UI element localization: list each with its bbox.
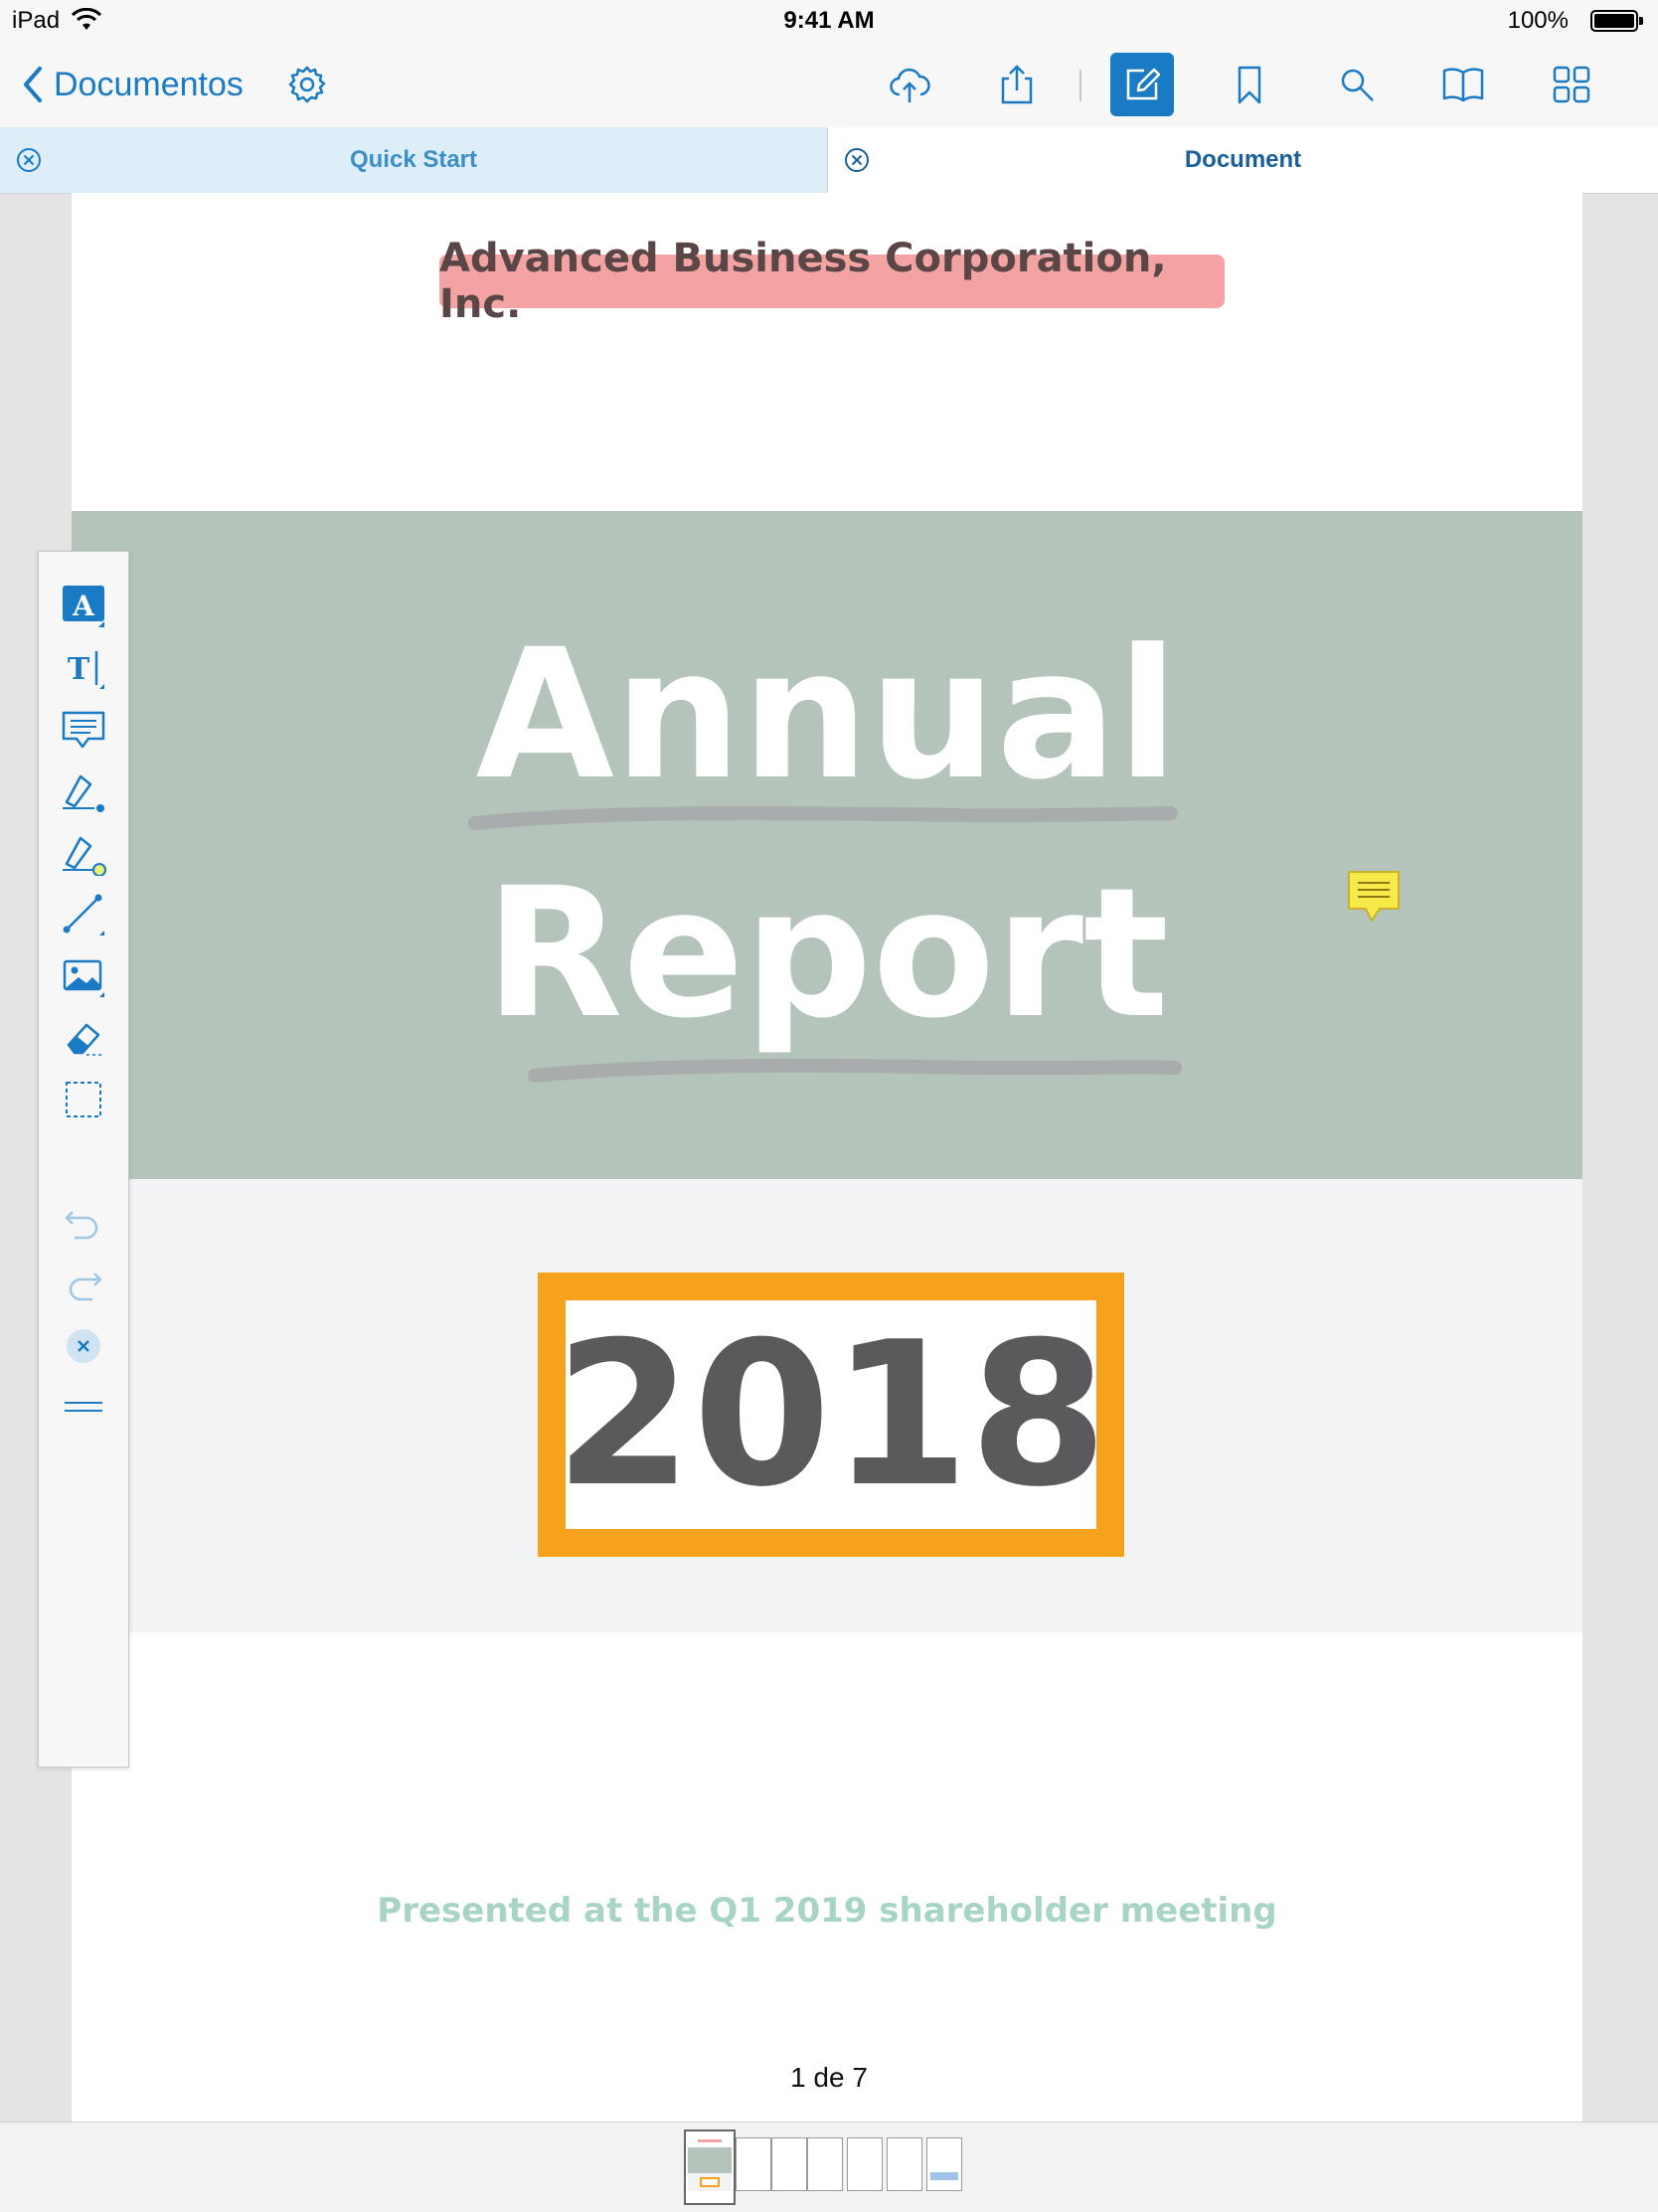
tab-label: Quick Start <box>349 146 478 173</box>
undo-button[interactable] <box>59 1198 108 1248</box>
tab-bar: Quick Start Document <box>0 127 1658 194</box>
highlight-text-tool[interactable]: A <box>59 582 108 631</box>
selection-icon <box>66 1082 101 1117</box>
underline-annotation[interactable] <box>527 1052 1183 1088</box>
text-box-icon: T <box>68 651 104 689</box>
navigation-bar: Documentos <box>0 42 1658 128</box>
close-tab-icon[interactable] <box>844 147 870 173</box>
search-icon <box>1341 69 1374 101</box>
back-button[interactable]: Documentos <box>18 62 244 107</box>
chevron-left-icon <box>24 67 42 102</box>
redo-icon <box>69 1273 102 1301</box>
thumbnail-page-7[interactable] <box>926 2137 962 2191</box>
grid-icon <box>1553 66 1590 103</box>
thumbnail-page-5[interactable] <box>847 2137 883 2191</box>
comment-icon <box>62 711 105 749</box>
bookmark-button[interactable] <box>1221 56 1278 113</box>
year-text: 2018 <box>554 1298 1108 1531</box>
annotate-button[interactable] <box>1110 53 1174 116</box>
toolbar-divider <box>1079 70 1081 101</box>
text-box-tool[interactable]: T <box>59 643 108 693</box>
undo-icon <box>65 1211 98 1240</box>
freehand-pen-icon <box>63 774 104 812</box>
tab-label: Document <box>1184 146 1302 173</box>
battery-icon <box>1590 10 1638 32</box>
reader-button[interactable] <box>1434 56 1492 113</box>
clock: 9:41 AM <box>783 7 875 34</box>
cloud-upload-icon <box>890 68 930 102</box>
search-button[interactable] <box>1328 56 1386 113</box>
drag-handle[interactable] <box>59 1381 108 1431</box>
close-icon <box>67 1329 100 1363</box>
share-icon <box>1001 65 1033 104</box>
highlight-text-icon: A <box>63 586 104 627</box>
title-annual: Annual <box>475 611 1179 819</box>
svg-text:T: T <box>68 652 90 687</box>
annotate-icon <box>1126 68 1161 100</box>
annotation-toolbar: A T <box>38 551 129 1768</box>
subtitle: Presented at the Q1 2019 shareholder mee… <box>377 1891 1277 1931</box>
sticky-note-icon[interactable] <box>1346 869 1402 925</box>
highlighter-pen-icon <box>63 836 106 876</box>
freehand-pen-tool[interactable] <box>59 766 108 816</box>
bookmark-icon <box>1238 66 1261 104</box>
thumbnails-button[interactable] <box>1543 56 1600 113</box>
page-indicator: 1 de 7 <box>790 2062 868 2093</box>
comment-tool[interactable] <box>59 705 108 755</box>
svg-text:A: A <box>72 590 95 622</box>
status-bar: iPad 9:41 AM 100% <box>0 0 1658 42</box>
selection-tool[interactable] <box>59 1075 108 1124</box>
back-label: Documentos <box>54 65 244 103</box>
close-toolbar-button[interactable] <box>59 1321 108 1371</box>
share-button[interactable] <box>988 56 1046 113</box>
underline-annotation[interactable] <box>467 799 1179 835</box>
thumbnail-page-4[interactable] <box>807 2137 843 2191</box>
thumbnail-page-3[interactable] <box>771 2137 807 2191</box>
settings-button[interactable] <box>278 56 336 113</box>
image-icon <box>63 959 104 997</box>
tab-quick-start[interactable]: Quick Start <box>0 127 828 193</box>
thumbnail-page-6[interactable] <box>887 2137 922 2191</box>
company-name-highlighted[interactable]: Advanced Business Corporation, Inc. <box>439 236 1225 327</box>
book-icon <box>1442 68 1484 102</box>
image-tool[interactable] <box>59 951 108 1001</box>
line-tool[interactable] <box>59 890 108 939</box>
upload-button[interactable] <box>881 56 938 113</box>
thumbnail-page-1[interactable] <box>684 2129 736 2205</box>
eraser-tool[interactable] <box>59 1013 108 1063</box>
close-tab-icon[interactable] <box>16 147 42 173</box>
menu-icon <box>65 1402 102 1412</box>
redo-button[interactable] <box>59 1260 108 1309</box>
highlighter-pen-tool[interactable] <box>59 828 108 878</box>
eraser-icon <box>67 1023 102 1056</box>
tab-document[interactable]: Document <box>828 127 1658 193</box>
thumbnail-page-2[interactable] <box>736 2137 771 2191</box>
line-icon <box>63 894 104 936</box>
gear-icon <box>288 66 326 103</box>
battery-percent: 100% <box>1507 7 1569 34</box>
